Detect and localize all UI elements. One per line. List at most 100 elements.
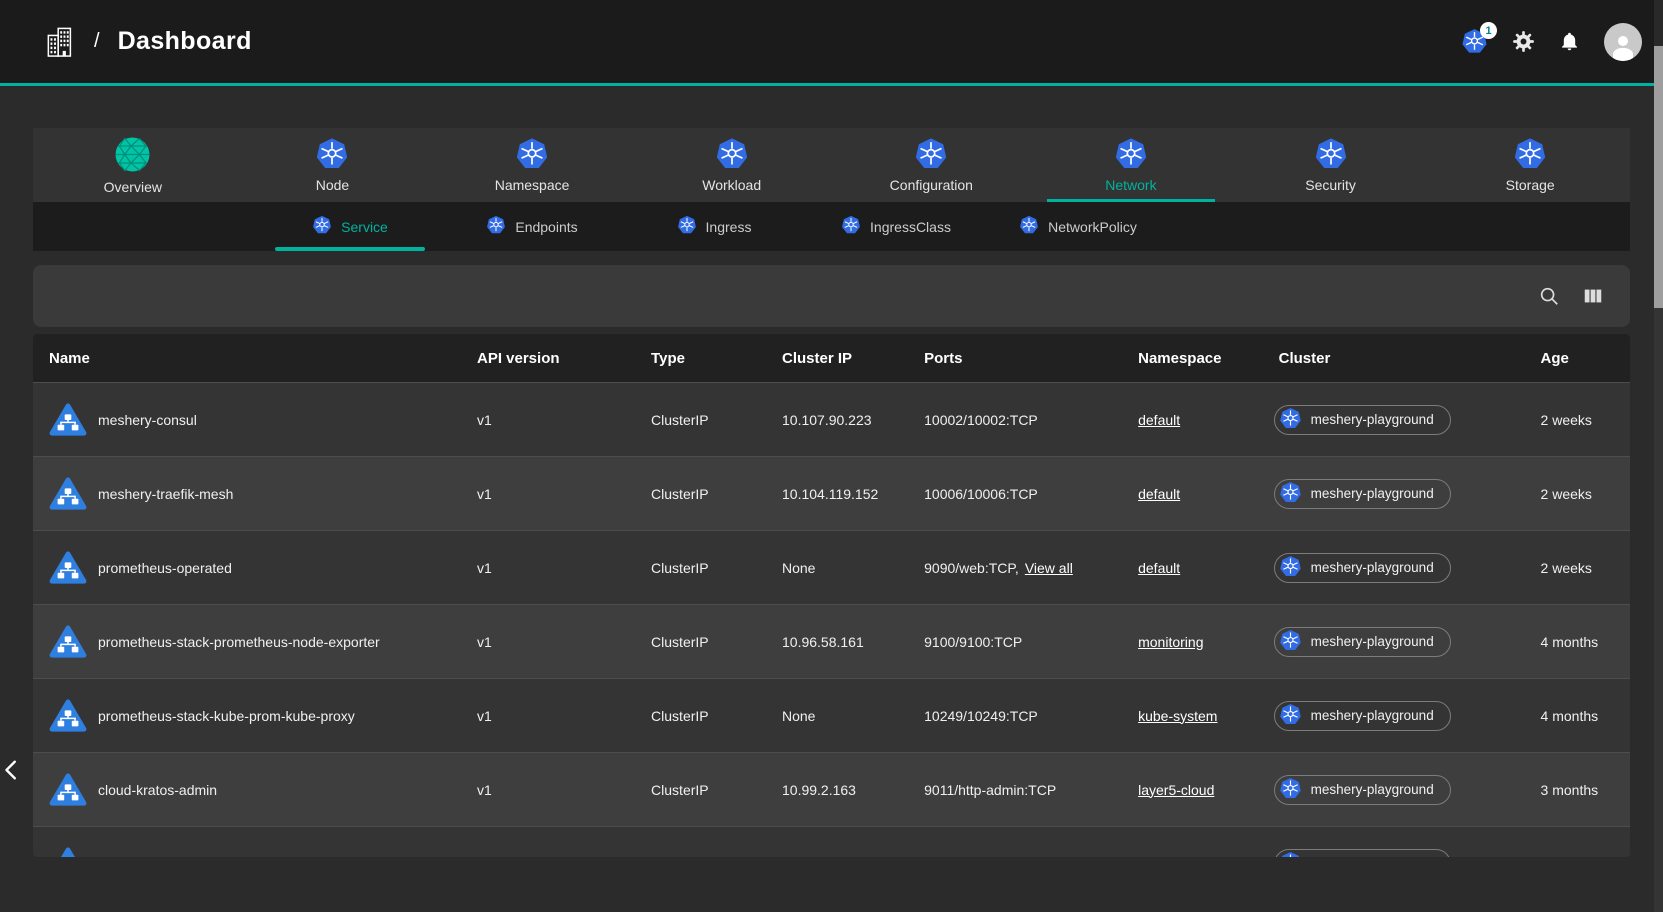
sub-tab-ingressclass[interactable]: IngressClass bbox=[805, 202, 987, 251]
sub-tab-ingress[interactable]: Ingress bbox=[623, 202, 805, 251]
age-value: 2 weeks bbox=[1525, 486, 1630, 502]
namespace-link[interactable]: default bbox=[1138, 486, 1180, 502]
type-value: ClusterIP bbox=[635, 412, 766, 428]
service-name: prometheus-operated bbox=[98, 560, 232, 576]
cluster-ip-value: 10.96.58.161 bbox=[766, 634, 908, 650]
kubernetes-context-button[interactable]: 1 bbox=[1461, 28, 1488, 55]
sub-tab-endpoints[interactable]: Endpoints bbox=[441, 202, 623, 251]
kubernetes-icon bbox=[1279, 407, 1302, 433]
namespace-link[interactable]: meshery bbox=[1138, 856, 1192, 858]
table-row[interactable]: prometheus-stack-kube-prom-kube-proxy v1… bbox=[33, 678, 1630, 752]
type-value: ClusterIP bbox=[635, 782, 766, 798]
kubernetes-icon bbox=[1019, 215, 1039, 238]
service-icon bbox=[49, 477, 87, 511]
table-row[interactable]: prometheus-operated v1 ClusterIP None 90… bbox=[33, 530, 1630, 604]
view-columns-button[interactable] bbox=[1582, 285, 1604, 307]
resource-category-tabs: Overview bbox=[33, 128, 1630, 202]
namespace-link[interactable]: layer5-cloud bbox=[1138, 782, 1214, 798]
namespace-link[interactable]: kube-system bbox=[1138, 708, 1217, 724]
namespace-link[interactable]: default bbox=[1138, 560, 1180, 576]
service-icon bbox=[49, 551, 87, 585]
service-icon bbox=[49, 403, 87, 437]
cluster-chip[interactable]: meshery-playground bbox=[1274, 701, 1451, 731]
column-header[interactable]: Namespace bbox=[1122, 350, 1263, 367]
cluster-name: meshery-playground bbox=[1311, 708, 1434, 723]
service-name: meshery-traefik-mesh bbox=[98, 486, 233, 502]
main-tab-workload[interactable]: Workload bbox=[632, 128, 832, 202]
api-version-value: v1 bbox=[461, 634, 635, 650]
main-tab-network[interactable]: Network bbox=[1031, 128, 1231, 202]
cluster-chip[interactable]: meshery-playground bbox=[1274, 479, 1451, 509]
cluster-name: meshery-playground bbox=[1311, 782, 1434, 797]
column-header[interactable]: Cluster IP bbox=[766, 350, 908, 367]
service-name: prometheus-stack-kube-prom-kube-proxy bbox=[98, 708, 355, 724]
cluster-ip-value: 10.99.2.163 bbox=[766, 782, 908, 798]
sub-tab-label: Endpoints bbox=[515, 219, 577, 235]
api-version-value: v1 bbox=[461, 782, 635, 798]
kubernetes-icon bbox=[715, 137, 749, 171]
kubernetes-icon bbox=[486, 215, 506, 238]
notifications-button[interactable] bbox=[1559, 31, 1580, 52]
page-title: Dashboard bbox=[118, 27, 252, 56]
table-row[interactable]: meshery meshery-playground bbox=[33, 826, 1630, 857]
type-value: ClusterIP bbox=[635, 708, 766, 724]
table-row[interactable]: cloud-kratos-admin v1 ClusterIP 10.99.2.… bbox=[33, 752, 1630, 826]
ports-value: 9100/9100:TCP bbox=[924, 634, 1022, 650]
column-header[interactable]: API version bbox=[461, 350, 635, 367]
kubernetes-icon bbox=[1279, 851, 1302, 858]
namespace-link[interactable]: default bbox=[1138, 412, 1180, 428]
service-icon bbox=[49, 625, 87, 659]
age-value: 3 months bbox=[1525, 782, 1630, 798]
collapse-drawer-chevron-left-icon[interactable] bbox=[1, 755, 23, 788]
user-avatar[interactable] bbox=[1604, 23, 1642, 61]
kubernetes-icon bbox=[1279, 481, 1302, 507]
scrollbar-thumb[interactable] bbox=[1654, 46, 1663, 308]
cluster-ip-value: 10.104.119.152 bbox=[766, 486, 908, 502]
main-tab-overview[interactable]: Overview bbox=[33, 128, 233, 202]
header-actions: 1 bbox=[1461, 23, 1642, 61]
cluster-chip[interactable]: meshery-playground bbox=[1274, 627, 1451, 657]
sub-tab-label: IngressClass bbox=[870, 219, 951, 235]
vertical-scrollbar[interactable] bbox=[1654, 0, 1663, 912]
table-row[interactable]: meshery-consul v1 ClusterIP 10.107.90.22… bbox=[33, 382, 1630, 456]
sub-tab-networkpolicy[interactable]: NetworkPolicy bbox=[987, 202, 1169, 251]
cluster-chip[interactable]: meshery-playground bbox=[1274, 849, 1451, 858]
breadcrumb-separator: / bbox=[94, 30, 100, 53]
ports-value: 10006/10006:TCP bbox=[924, 486, 1038, 502]
table-row[interactable]: prometheus-stack-prometheus-node-exporte… bbox=[33, 604, 1630, 678]
api-version-value: v1 bbox=[461, 486, 635, 502]
sub-tab-label: Service bbox=[341, 219, 388, 235]
settings-button[interactable] bbox=[1512, 30, 1535, 53]
cluster-chip[interactable]: meshery-playground bbox=[1274, 405, 1451, 435]
table-row[interactable]: meshery-traefik-mesh v1 ClusterIP 10.104… bbox=[33, 456, 1630, 530]
cluster-chip[interactable]: meshery-playground bbox=[1274, 775, 1451, 805]
column-header[interactable]: Name bbox=[33, 350, 461, 367]
service-name: cloud-kratos-admin bbox=[98, 782, 217, 798]
search-button[interactable] bbox=[1538, 285, 1560, 307]
cluster-name: meshery-playground bbox=[1311, 486, 1434, 501]
kubernetes-icon bbox=[312, 215, 332, 238]
breadcrumb: / Dashboard bbox=[46, 26, 252, 58]
main-tab-security[interactable]: Security bbox=[1231, 128, 1431, 202]
service-icon bbox=[49, 699, 87, 733]
service-name: prometheus-stack-prometheus-node-exporte… bbox=[98, 634, 380, 650]
column-header[interactable]: Cluster bbox=[1263, 350, 1525, 367]
organization-logo-icon[interactable] bbox=[46, 26, 76, 58]
main-tab-label: Network bbox=[1105, 177, 1156, 193]
view-all-link[interactable]: View all bbox=[1025, 560, 1073, 576]
cluster-chip[interactable]: meshery-playground bbox=[1274, 553, 1451, 583]
column-header[interactable]: Ports bbox=[908, 350, 1122, 367]
age-value: 4 months bbox=[1525, 634, 1630, 650]
kubernetes-icon bbox=[1513, 137, 1547, 171]
age-value: 2 weeks bbox=[1525, 560, 1630, 576]
kubernetes-icon bbox=[1314, 137, 1348, 171]
column-header[interactable]: Type bbox=[635, 350, 766, 367]
main-tab-configuration[interactable]: Configuration bbox=[832, 128, 1032, 202]
sub-tab-service[interactable]: Service bbox=[259, 202, 441, 251]
sub-tab-label: Ingress bbox=[706, 219, 752, 235]
namespace-link[interactable]: monitoring bbox=[1138, 634, 1203, 650]
main-tab-namespace[interactable]: Namespace bbox=[432, 128, 632, 202]
main-tab-node[interactable]: Node bbox=[233, 128, 433, 202]
column-header[interactable]: Age bbox=[1525, 350, 1630, 367]
main-tab-storage[interactable]: Storage bbox=[1430, 128, 1630, 202]
